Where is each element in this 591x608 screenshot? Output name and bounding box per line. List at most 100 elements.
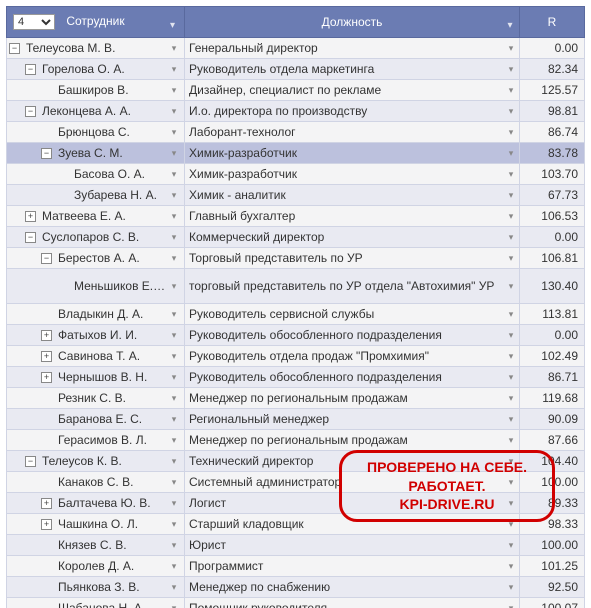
- table-row[interactable]: −Леконцева А. А.И.о. директора по произв…: [7, 101, 585, 122]
- chevron-down-icon[interactable]: [505, 17, 515, 27]
- chevron-down-icon[interactable]: [505, 210, 517, 222]
- table-row[interactable]: Владыкин Д. А.Руководитель сервисной слу…: [7, 304, 585, 325]
- expand-icon[interactable]: +: [41, 330, 52, 341]
- chevron-down-icon[interactable]: [168, 371, 180, 383]
- table-row[interactable]: Герасимов В. Л.Менеджер по региональным …: [7, 430, 585, 451]
- chevron-down-icon[interactable]: [168, 308, 180, 320]
- chevron-down-icon[interactable]: [505, 189, 517, 201]
- chevron-down-icon[interactable]: [168, 189, 180, 201]
- chevron-down-icon[interactable]: [170, 17, 180, 27]
- table-row[interactable]: +Балтачева Ю. В.Логист89.33: [7, 493, 585, 514]
- chevron-down-icon[interactable]: [168, 350, 180, 362]
- chevron-down-icon[interactable]: [505, 455, 517, 467]
- chevron-down-icon[interactable]: [168, 497, 180, 509]
- chevron-down-icon[interactable]: [505, 231, 517, 243]
- chevron-down-icon[interactable]: [505, 581, 517, 593]
- table-row[interactable]: −Горелова О. А.Руководитель отдела марке…: [7, 59, 585, 80]
- chevron-down-icon[interactable]: [505, 413, 517, 425]
- table-row[interactable]: Канаков С. В.Системный администратор100.…: [7, 472, 585, 493]
- chevron-down-icon[interactable]: [168, 455, 180, 467]
- table-row[interactable]: Баранова Е. С.Региональный менеджер90.09: [7, 409, 585, 430]
- chevron-down-icon[interactable]: [505, 126, 517, 138]
- chevron-down-icon[interactable]: [505, 105, 517, 117]
- chevron-down-icon[interactable]: [505, 308, 517, 320]
- table-row[interactable]: Меньшиков Е. Н.торговый представитель по…: [7, 269, 585, 304]
- collapse-icon[interactable]: −: [25, 456, 36, 467]
- chevron-down-icon[interactable]: [505, 476, 517, 488]
- table-row[interactable]: Резник С. В.Менеджер по региональным про…: [7, 388, 585, 409]
- chevron-down-icon[interactable]: [505, 252, 517, 264]
- chevron-down-icon[interactable]: [168, 210, 180, 222]
- chevron-down-icon[interactable]: [505, 518, 517, 530]
- chevron-down-icon[interactable]: [505, 84, 517, 96]
- chevron-down-icon[interactable]: [168, 413, 180, 425]
- chevron-down-icon[interactable]: [505, 280, 517, 292]
- collapse-icon[interactable]: −: [25, 64, 36, 75]
- collapse-icon[interactable]: −: [25, 106, 36, 117]
- chevron-down-icon[interactable]: [505, 329, 517, 341]
- header-employee[interactable]: 4 Сотрудник: [7, 7, 185, 38]
- collapse-icon[interactable]: −: [41, 148, 52, 159]
- table-row[interactable]: −Зуева С. М.Химик-разработчик83.78: [7, 143, 585, 164]
- collapse-icon[interactable]: −: [25, 232, 36, 243]
- collapse-icon[interactable]: −: [41, 253, 52, 264]
- chevron-down-icon[interactable]: [168, 434, 180, 446]
- chevron-down-icon[interactable]: [505, 350, 517, 362]
- table-row[interactable]: Брюнцова С.Лаборант-технолог86.74: [7, 122, 585, 143]
- chevron-down-icon[interactable]: [505, 42, 517, 54]
- chevron-down-icon[interactable]: [168, 147, 180, 159]
- table-row[interactable]: Шабанова Н. А.Помощник руководителя100.0…: [7, 598, 585, 608]
- chevron-down-icon[interactable]: [168, 518, 180, 530]
- table-row[interactable]: +Чашкина О. Л.Старший кладовщик98.33: [7, 514, 585, 535]
- chevron-down-icon[interactable]: [505, 147, 517, 159]
- chevron-down-icon[interactable]: [168, 42, 180, 54]
- chevron-down-icon[interactable]: [168, 231, 180, 243]
- table-row[interactable]: Пьянкова З. В.Менеджер по снабжению92.50: [7, 577, 585, 598]
- chevron-down-icon[interactable]: [505, 539, 517, 551]
- chevron-down-icon[interactable]: [168, 476, 180, 488]
- expand-icon[interactable]: +: [41, 519, 52, 530]
- chevron-down-icon[interactable]: [168, 392, 180, 404]
- chevron-down-icon[interactable]: [168, 581, 180, 593]
- chevron-down-icon[interactable]: [505, 560, 517, 572]
- table-row[interactable]: +Матвеева Е. А.Главный бухгалтер106.53: [7, 206, 585, 227]
- table-row[interactable]: Князев С. В.Юрист100.00: [7, 535, 585, 556]
- chevron-down-icon[interactable]: [505, 434, 517, 446]
- chevron-down-icon[interactable]: [505, 602, 517, 608]
- chevron-down-icon[interactable]: [505, 168, 517, 180]
- collapse-icon[interactable]: −: [9, 43, 20, 54]
- expand-icon[interactable]: +: [41, 498, 52, 509]
- table-row[interactable]: +Чернышов В. Н.Руководитель обособленног…: [7, 367, 585, 388]
- chevron-down-icon[interactable]: [505, 371, 517, 383]
- header-r[interactable]: R: [520, 7, 585, 38]
- table-row[interactable]: Басова О. А.Химик-разработчик103.70: [7, 164, 585, 185]
- expand-icon[interactable]: +: [41, 372, 52, 383]
- table-row[interactable]: Зубарева Н. А.Химик - аналитик67.73: [7, 185, 585, 206]
- header-position[interactable]: Должность: [185, 7, 520, 38]
- expand-icon[interactable]: +: [41, 351, 52, 362]
- table-row[interactable]: Башкиров В.Дизайнер, специалист по рекла…: [7, 80, 585, 101]
- chevron-down-icon[interactable]: [168, 63, 180, 75]
- table-row[interactable]: −Берестов А. А.Торговый представитель по…: [7, 248, 585, 269]
- table-row[interactable]: −Телеусова М. В.Генеральный директор0.00: [7, 38, 585, 59]
- chevron-down-icon[interactable]: [168, 539, 180, 551]
- chevron-down-icon[interactable]: [505, 497, 517, 509]
- chevron-down-icon[interactable]: [168, 84, 180, 96]
- chevron-down-icon[interactable]: [168, 560, 180, 572]
- chevron-down-icon[interactable]: [168, 126, 180, 138]
- table-row[interactable]: −Суслопаров С. В.Коммерческий директор0.…: [7, 227, 585, 248]
- chevron-down-icon[interactable]: [168, 329, 180, 341]
- chevron-down-icon[interactable]: [505, 63, 517, 75]
- chevron-down-icon[interactable]: [168, 168, 180, 180]
- table-row[interactable]: +Фатыхов И. И.Руководитель обособленного…: [7, 325, 585, 346]
- table-row[interactable]: Королев Д. А.Программист101.25: [7, 556, 585, 577]
- chevron-down-icon[interactable]: [168, 252, 180, 264]
- chevron-down-icon[interactable]: [168, 105, 180, 117]
- chevron-down-icon[interactable]: [168, 602, 180, 608]
- table-row[interactable]: +Савинова Т. А.Руководитель отдела прода…: [7, 346, 585, 367]
- level-select[interactable]: 4: [13, 14, 55, 30]
- table-row[interactable]: −Телеусов К. В.Технический директор104.4…: [7, 451, 585, 472]
- expand-icon[interactable]: +: [25, 211, 36, 222]
- chevron-down-icon[interactable]: [168, 280, 180, 292]
- chevron-down-icon[interactable]: [505, 392, 517, 404]
